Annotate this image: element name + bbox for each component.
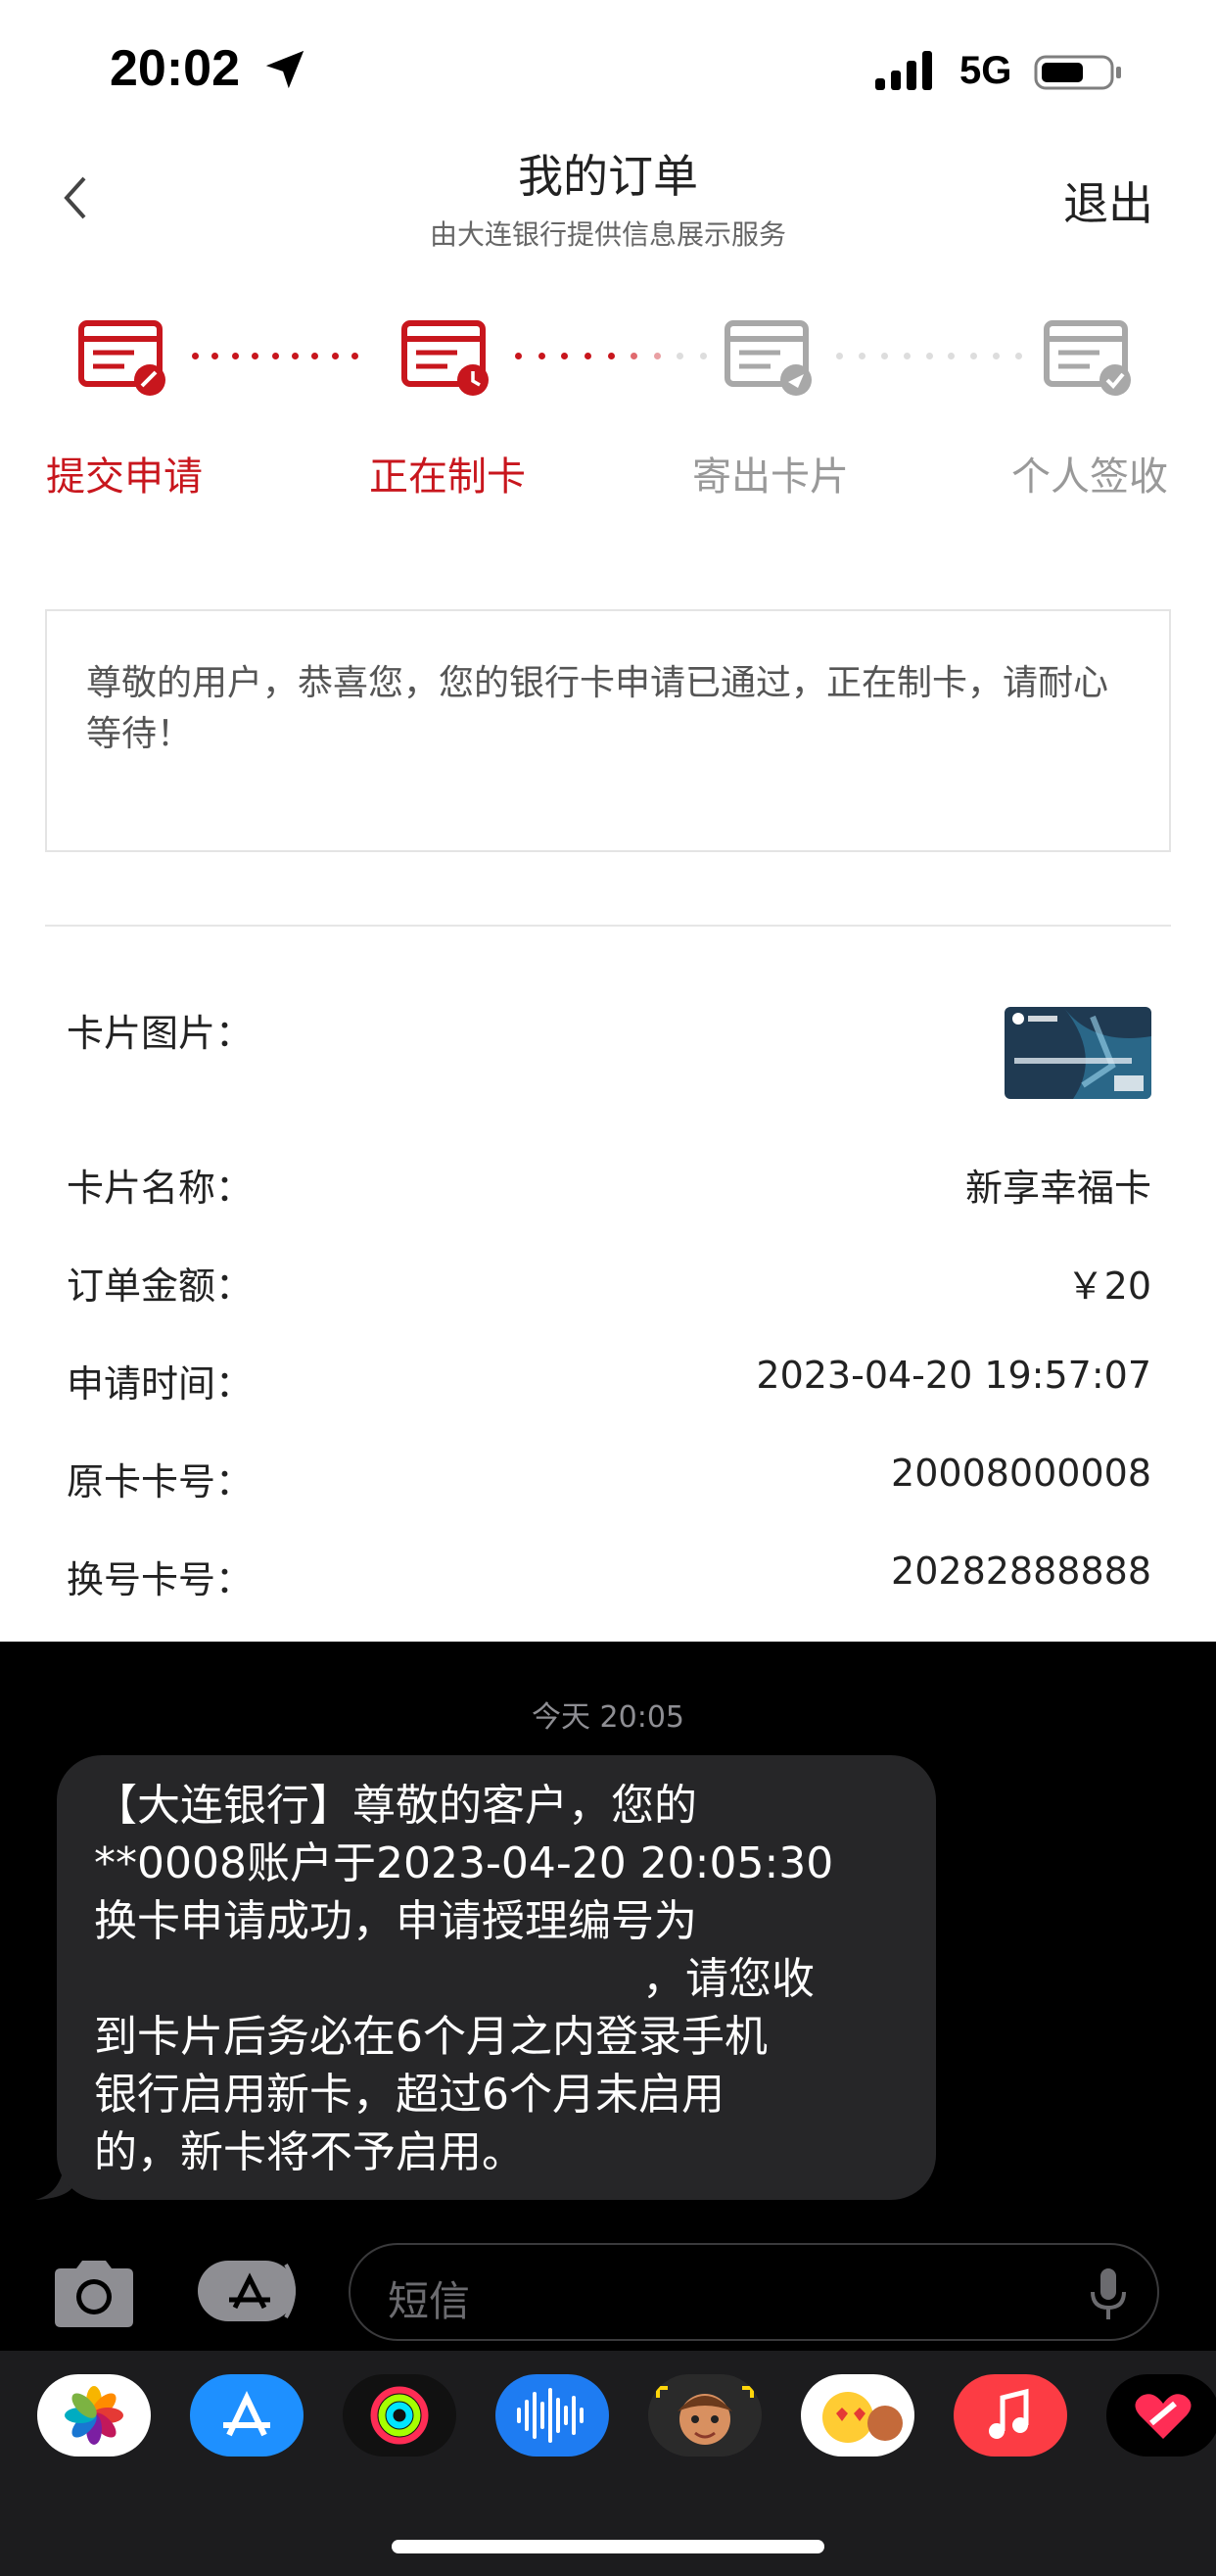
animoji-icon[interactable]: [801, 2374, 914, 2457]
message-input[interactable]: 短信: [349, 2243, 1159, 2341]
row-key: 订单金额：: [67, 1264, 254, 1308]
memoji-icon[interactable]: [648, 2374, 762, 2457]
row-value: 20282888888: [891, 1550, 1151, 1593]
message-timestamp: 今天 20:05: [532, 1700, 684, 1735]
row-value: 新享幸福卡: [964, 1167, 1151, 1210]
sms-line: 换卡申请成功，申请授理编号为: [94, 1896, 697, 1946]
step-label: 个人签收: [1011, 454, 1168, 500]
page-subtitle: 由大连银行提供信息展示服务: [429, 218, 786, 251]
card-thumbnail[interactable]: [1005, 1007, 1151, 1099]
step-submit: 提交申请: [12, 317, 237, 501]
sms-line: 银行启用新卡，超过6个月未启用: [94, 2070, 725, 2120]
divider: [45, 925, 1171, 927]
step-mailed: 寄出卡片: [658, 317, 883, 501]
camera-icon[interactable]: [47, 2255, 141, 2333]
input-placeholder: 短信: [388, 2277, 471, 2325]
home-indicator[interactable]: [392, 2540, 824, 2553]
form-check-icon: [1044, 320, 1131, 396]
status-time: 20:02: [110, 40, 240, 97]
row-key: 申请时间：: [67, 1362, 254, 1406]
status-notice: 尊敬的用户，恭喜您，您的银行卡申请已通过，正在制卡，请耐心等待！: [45, 609, 1171, 852]
order-page: 20:02 5G 我的订单 由大连银行提供信息展示服务 退出 提交申请 正在制卡…: [0, 0, 1216, 1642]
sms-line: ，请您收: [642, 1954, 815, 2004]
sms-bubble[interactable]: 【大连银行】尊敬的客户，您的 **0008账户于2023-04-20 20:05…: [57, 1755, 936, 2200]
audio-message-icon[interactable]: [495, 2374, 609, 2457]
form-edit-icon: [78, 320, 165, 396]
step-label: 提交申请: [46, 454, 203, 500]
signal-icon: [875, 51, 932, 90]
network-label: 5G: [959, 49, 1012, 92]
logout-button[interactable]: 退出: [1063, 168, 1153, 233]
sms-line: 【大连银行】尊敬的客户，您的: [94, 1781, 697, 1831]
music-icon[interactable]: [954, 2374, 1067, 2457]
form-clock-icon: [401, 320, 489, 396]
page-title: 我的订单: [518, 150, 698, 203]
step-label: 寄出卡片: [692, 454, 849, 500]
step-signed: 个人签收: [977, 317, 1202, 501]
step-label: 正在制卡: [369, 454, 526, 500]
card-image-label: 卡片图片：: [67, 1012, 254, 1055]
row-value: 2023-04-20 19:57:07: [756, 1354, 1151, 1397]
activity-icon[interactable]: [343, 2374, 456, 2457]
sms-line: **0008账户于2023-04-20 20:05:30: [94, 1838, 834, 1888]
fitness-icon[interactable]: [1106, 2374, 1216, 2457]
progress-dots: [192, 353, 358, 362]
row-key: 原卡卡号：: [67, 1460, 254, 1503]
apps-button-icon[interactable]: [196, 2257, 304, 2325]
photos-icon[interactable]: [37, 2374, 151, 2457]
microphone-icon[interactable]: [1089, 2266, 1128, 2321]
row-key: 卡片名称：: [67, 1167, 254, 1210]
row-value: 20008000008: [891, 1452, 1151, 1495]
form-send-icon: [725, 320, 812, 396]
sms-line: 到卡片后务必在6个月之内登录手机: [94, 2012, 768, 2062]
step-making: 正在制卡: [335, 317, 560, 501]
row-key: 换号卡号：: [67, 1558, 254, 1601]
row-value: ￥20: [1066, 1264, 1151, 1308]
sms-line: 的，新卡将不予启用。: [94, 2127, 525, 2177]
battery-icon: [1034, 55, 1121, 90]
app-store-icon[interactable]: [190, 2374, 304, 2457]
location-arrow-icon: [265, 50, 304, 89]
